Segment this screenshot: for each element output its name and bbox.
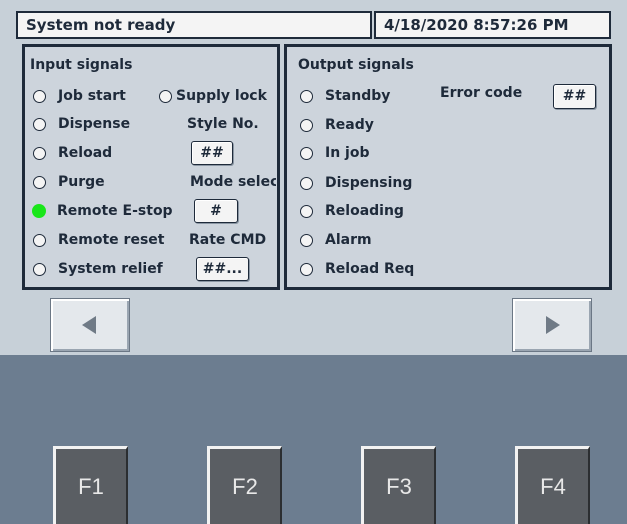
function-key-f1[interactable]: F1	[53, 446, 128, 524]
output-signal-reloading: Reloading	[300, 200, 404, 222]
function-key-f2[interactable]: F2	[207, 446, 282, 524]
output-signal-label: Standby	[325, 88, 391, 104]
indicator-icon	[33, 262, 46, 276]
indicator-icon	[300, 146, 313, 160]
output-signals-panel	[284, 44, 612, 290]
output-signal-in-job: In job	[300, 142, 370, 164]
input-signal-label: Dispense	[58, 116, 131, 132]
indicator-icon	[300, 118, 313, 132]
input-signal-supply-lock: Supply lock	[159, 85, 267, 107]
input-signal-label: Purge	[58, 174, 105, 190]
rate-cmd-field[interactable]: ##...	[196, 257, 249, 281]
style-no-field[interactable]: ##	[191, 141, 233, 165]
triangle-right-icon	[546, 316, 560, 334]
indicator-icon	[300, 233, 313, 247]
input-signals-title: Input signals	[30, 57, 133, 73]
output-signal-label: Ready	[325, 117, 374, 133]
input-signal-dispense: Dispense	[33, 113, 130, 135]
indicator-icon	[33, 175, 46, 189]
function-key-f3[interactable]: F3	[361, 446, 436, 524]
indicator-icon	[33, 89, 46, 103]
indicator-icon	[33, 146, 46, 160]
input-signal-label: System relief	[58, 261, 163, 277]
output-signal-label: Reload Req	[325, 261, 415, 277]
mode-select-label: Mode select	[190, 174, 276, 190]
output-signals-title: Output signals	[298, 57, 414, 73]
indicator-icon	[300, 176, 313, 190]
output-signal-alarm: Alarm	[300, 229, 372, 251]
input-signal-purge: Purge	[33, 171, 105, 193]
triangle-left-icon	[82, 316, 96, 334]
input-signal-label: Remote reset	[58, 232, 165, 248]
input-signal-label: Reload	[58, 145, 113, 161]
output-signal-ready: Ready	[300, 114, 374, 136]
output-signal-label: In job	[325, 145, 370, 161]
input-signal-label: Remote E-stop	[57, 203, 173, 219]
mode-select-field[interactable]: #	[194, 199, 238, 223]
error-code-label: Error code	[440, 85, 523, 101]
indicator-icon	[300, 89, 313, 103]
input-signal-system-relief: System relief	[33, 258, 163, 280]
system-status-field: System not ready	[16, 11, 372, 39]
output-signal-dispensing: Dispensing	[300, 172, 412, 194]
input-signal-remote-reset: Remote reset	[33, 229, 164, 251]
indicator-icon	[159, 89, 172, 103]
input-signal-job-start: Job start	[33, 85, 126, 107]
next-screen-button[interactable]	[512, 298, 592, 352]
output-signal-label: Alarm	[325, 232, 372, 248]
indicator-icon	[33, 233, 46, 247]
input-signals-panel	[22, 44, 280, 290]
style-no-label: Style No.	[187, 116, 259, 132]
indicator-icon	[300, 262, 313, 276]
indicator-icon	[33, 117, 46, 131]
input-signal-label: Job start	[58, 88, 126, 104]
indicator-icon	[300, 204, 313, 218]
input-signal-label: Supply lock	[176, 88, 267, 104]
previous-screen-button[interactable]	[50, 298, 130, 352]
input-signal-remote-e-stop: Remote E-stop	[32, 200, 173, 222]
input-signal-reload: Reload	[33, 142, 112, 164]
rate-cmd-label: Rate CMD	[189, 232, 267, 248]
error-code-field[interactable]: ##	[553, 84, 596, 109]
active-indicator-icon	[32, 204, 46, 218]
output-signal-label: Dispensing	[325, 175, 413, 191]
datetime-field: 4/18/2020 8:57:26 PM	[374, 11, 611, 39]
output-signal-label: Reloading	[325, 203, 404, 219]
function-key-f4[interactable]: F4	[515, 446, 590, 524]
hmi-screen: System not ready 4/18/2020 8:57:26 PM In…	[0, 0, 627, 524]
output-signal-standby: Standby	[300, 85, 390, 107]
output-signal-reload-req: Reload Req	[300, 258, 414, 280]
